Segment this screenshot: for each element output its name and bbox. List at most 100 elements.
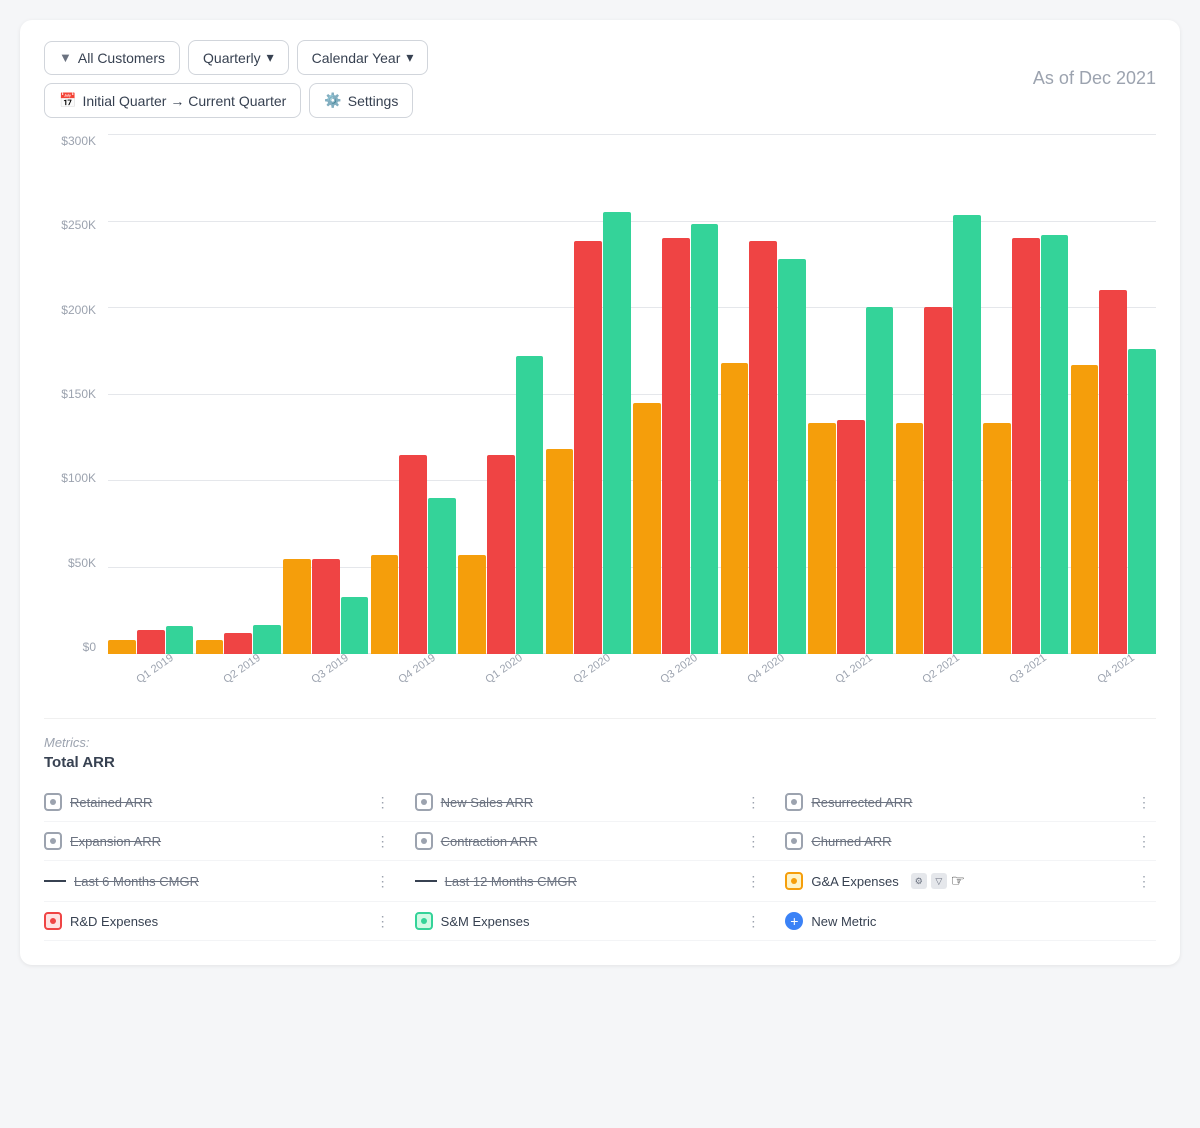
churned-arr-label: Churned ARR (811, 834, 891, 849)
calendar-year-button[interactable]: Calendar Year ▾ (297, 40, 429, 75)
bar-group-q32019 (283, 559, 369, 654)
churned-arr-menu[interactable]: ⋮ (1133, 833, 1156, 850)
ga-expenses-label: G&A Expenses (811, 874, 898, 889)
as-of-text: As of Dec 2021 (1033, 67, 1156, 90)
metrics-section: Metrics: Total ARR Retained ARR ⋮ New Sa… (44, 718, 1156, 941)
bar-red-10 (1012, 238, 1040, 654)
bar-orange-9 (896, 423, 924, 654)
toolbar-row-2: 📅 Initial Quarter → Current Quarter ⚙️ S… (44, 83, 428, 118)
bar-teal-7 (778, 259, 806, 654)
new-sales-arr-label: New Sales ARR (441, 795, 533, 810)
filter-icon: ▼ (59, 50, 72, 65)
metric-item-expansion-arr: Expansion ARR ⋮ (44, 822, 415, 861)
ga-expenses-menu[interactable]: ⋮ (1133, 873, 1156, 890)
bar-group-q22021 (896, 215, 982, 654)
bar-group-q22020 (546, 212, 632, 654)
bar-orange-10 (983, 423, 1011, 654)
total-arr-title: Total ARR (44, 754, 1156, 771)
bar-red-4 (487, 455, 515, 654)
chart-area: $300K $250K $200K $150K $100K $50K $0 (44, 134, 1156, 694)
all-customers-button[interactable]: ▼ All Customers (44, 41, 180, 75)
y-label-0: $0 (83, 640, 96, 654)
retained-arr-icon (44, 793, 62, 811)
bar-teal-10 (1041, 235, 1069, 654)
metric-contraction-arr-inner: Contraction ARR (415, 832, 735, 850)
bar-teal-11 (1128, 349, 1156, 654)
bar-orange-6 (633, 403, 661, 654)
metric-ga-expenses-inner: G&A Expenses ⚙ ▽ ☞ (785, 871, 1125, 891)
bar-red-11 (1099, 290, 1127, 654)
metrics-label: Metrics: (44, 735, 1156, 750)
bar-red-3 (399, 455, 427, 654)
metric-retained-arr-inner: Retained ARR (44, 793, 364, 811)
metric-new-metric-inner: + New Metric (785, 912, 1156, 930)
metric-new-sales-arr-inner: New Sales ARR (415, 793, 735, 811)
metric-item-resurrected-arr: Resurrected ARR ⋮ (785, 783, 1156, 822)
quarterly-chevron-icon: ▾ (267, 49, 274, 66)
quarterly-label: Quarterly (203, 50, 261, 66)
bar-group-q12019 (108, 626, 194, 654)
bar-orange-3 (371, 555, 399, 654)
ga-filter-icon[interactable]: ▽ (931, 873, 947, 889)
bar-red-9 (924, 307, 952, 654)
y-label-250k: $250K (61, 218, 96, 232)
contraction-arr-menu[interactable]: ⋮ (742, 833, 765, 850)
resurrected-arr-icon (785, 793, 803, 811)
metric-item-churned-arr: Churned ARR ⋮ (785, 822, 1156, 861)
bar-group-q12021 (808, 307, 894, 654)
retained-arr-menu[interactable]: ⋮ (372, 794, 395, 811)
sm-expenses-menu[interactable]: ⋮ (742, 913, 765, 930)
y-label-150k: $150K (61, 387, 96, 401)
toolbar: ▼ All Customers Quarterly ▾ Calendar Yea… (44, 40, 1156, 118)
metric-item-retained-arr: Retained ARR ⋮ (44, 783, 415, 822)
calendar-icon: 📅 (59, 92, 76, 109)
settings-button[interactable]: ⚙️ Settings (309, 83, 413, 118)
calendar-year-label: Calendar Year (312, 50, 401, 66)
last6-menu[interactable]: ⋮ (372, 873, 395, 890)
ga-settings-icon[interactable]: ⚙ (911, 873, 927, 889)
y-axis: $300K $250K $200K $150K $100K $50K $0 (44, 134, 104, 654)
main-container: ▼ All Customers Quarterly ▾ Calendar Yea… (20, 20, 1180, 965)
y-label-50k: $50K (68, 556, 96, 570)
bar-group-q42020 (721, 241, 807, 654)
new-metric-label: New Metric (811, 914, 876, 929)
last6-label: Last 6 Months CMGR (74, 874, 199, 889)
calendar-chevron-icon: ▾ (406, 49, 413, 66)
bar-teal-4 (516, 356, 544, 654)
all-customers-label: All Customers (78, 50, 165, 66)
metric-expansion-arr-inner: Expansion ARR (44, 832, 364, 850)
bar-orange-2 (283, 559, 311, 654)
bar-orange-1 (196, 640, 224, 654)
bar-red-6 (662, 238, 690, 654)
bar-group-q32021 (983, 235, 1069, 654)
metric-rd-expenses-inner: R&D Expenses (44, 912, 364, 930)
toolbar-row-1: ▼ All Customers Quarterly ▾ Calendar Yea… (44, 40, 428, 75)
rd-expenses-menu[interactable]: ⋮ (372, 913, 395, 930)
bar-red-2 (312, 559, 340, 654)
date-range-button[interactable]: 📅 Initial Quarter → Current Quarter (44, 83, 301, 118)
resurrected-arr-menu[interactable]: ⋮ (1133, 794, 1156, 811)
bar-orange-7 (721, 363, 749, 654)
metric-sm-expenses-inner: S&M Expenses (415, 912, 735, 930)
y-label-200k: $200K (61, 303, 96, 317)
new-sales-arr-icon (415, 793, 433, 811)
bar-red-8 (837, 420, 865, 654)
expansion-arr-label: Expansion ARR (70, 834, 161, 849)
x-labels: Q1 2019Q2 2019Q3 2019Q4 2019Q1 2020Q2 20… (108, 660, 1156, 700)
expansion-arr-menu[interactable]: ⋮ (372, 833, 395, 850)
new-sales-arr-menu[interactable]: ⋮ (742, 794, 765, 811)
y-label-300k: $300K (61, 134, 96, 148)
metric-item-last6: Last 6 Months CMGR ⋮ (44, 861, 415, 902)
bar-group-q32020 (633, 224, 719, 654)
last12-menu[interactable]: ⋮ (742, 873, 765, 890)
metric-item-new-sales-arr: New Sales ARR ⋮ (415, 783, 786, 822)
ga-expenses-icon (785, 872, 803, 890)
ga-expenses-actions: ⚙ ▽ ☞ (911, 871, 965, 891)
quarterly-button[interactable]: Quarterly ▾ (188, 40, 289, 75)
expansion-arr-icon (44, 832, 62, 850)
bar-teal-5 (603, 212, 631, 654)
chart-inner: Q1 2019Q2 2019Q3 2019Q4 2019Q1 2020Q2 20… (108, 134, 1156, 694)
bar-teal-8 (866, 307, 894, 654)
add-metric-button[interactable]: + (785, 912, 803, 930)
retained-arr-label: Retained ARR (70, 795, 152, 810)
